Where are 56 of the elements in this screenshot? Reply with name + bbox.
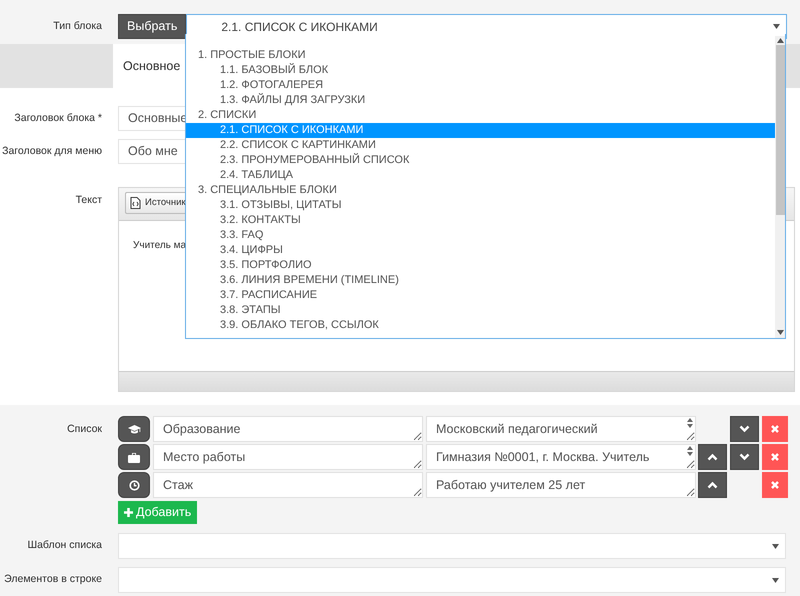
dropdown-option[interactable]: 3.5. ПОРТФОЛИО: [186, 258, 775, 273]
dropdown-arrow-icon: [772, 544, 779, 548]
dropdown-option[interactable]: 3.6. ЛИНИЯ ВРЕМЕНИ (TIMELINE): [186, 273, 775, 288]
dropdown-option[interactable]: 2.3. ПРОНУМЕРОВАННЫЙ СПИСОК: [186, 153, 775, 168]
choose-button[interactable]: Выбрать: [118, 14, 186, 39]
close-icon: [771, 453, 779, 461]
dropdown-arrow-icon: [772, 578, 779, 582]
icon-picker-button[interactable]: [118, 444, 150, 470]
field-label: Заголовок блока *: [13, 110, 103, 126]
move-down-button[interactable]: [730, 416, 759, 442]
title-field[interactable]: Место работы: [153, 444, 423, 470]
move-up-button[interactable]: [698, 444, 727, 470]
select-value: 2.1. СПИСОК С ИКОНКАМИ: [221, 18, 378, 36]
clock-icon: [128, 480, 140, 490]
select-field[interactable]: [118, 567, 786, 593]
dropdown-option[interactable]: 3.2. КОНТАКТЫ: [186, 213, 775, 228]
chevron-down-icon: [739, 425, 750, 433]
scrollbar[interactable]: [775, 36, 785, 338]
icon-picker-button[interactable]: [118, 472, 150, 498]
field-label: Шаблон списка: [26, 538, 103, 554]
close-icon: [771, 481, 779, 489]
dropdown-arrow-icon: [773, 24, 780, 29]
dropdown-option[interactable]: 3.9. ОБЛАКО ТЕГОВ, ССЫЛОК: [186, 318, 775, 333]
field-label: Список: [66, 422, 103, 437]
value-field[interactable]: Московский педагогический: [426, 416, 696, 442]
scroll-down-icon: [776, 330, 784, 335]
scroll-arrows-icon: [687, 446, 693, 456]
dropdown-option[interactable]: 3.8. ЭТАПЫ: [186, 303, 775, 318]
move-up-button[interactable]: [698, 472, 727, 498]
dropdown-option[interactable]: 2. СПИСКИ: [186, 108, 775, 123]
chevron-down-icon: [739, 453, 750, 461]
graduation-cap-icon: [128, 424, 140, 434]
dropdown-option[interactable]: 3.7. РАСПИСАНИЕ: [186, 288, 775, 303]
title-field[interactable]: Образование: [153, 416, 423, 442]
dropdown-option[interactable]: 2.2. СПИСОК С КАРТИНКАМИ: [186, 138, 775, 153]
source-icon: [130, 197, 141, 209]
plus-icon: [124, 508, 133, 517]
close-icon: [771, 425, 779, 433]
field-label: Элементов в строке: [3, 572, 103, 588]
briefcase-icon: [128, 452, 140, 462]
value-field[interactable]: Гимназия №0001, г. Москва. Учитель: [426, 444, 696, 470]
icon-picker-button[interactable]: [118, 416, 150, 442]
chevron-up-icon: [707, 481, 718, 489]
scroll-arrows-icon: [687, 418, 693, 428]
dropdown-option[interactable]: 1.3. ФАЙЛЫ ДЛЯ ЗАГРУЗКИ: [186, 93, 775, 108]
field-label: Заголовок для меню: [1, 144, 103, 159]
chevron-up-icon: [707, 453, 718, 461]
dropdown-option[interactable]: 2.4. ТАБЛИЦА: [186, 168, 775, 183]
move-down-button[interactable]: [730, 444, 759, 470]
dropdown-option[interactable]: 3.3. FAQ: [186, 228, 775, 243]
dropdown-option[interactable]: 3.4. ЦИФРЫ: [186, 243, 775, 258]
select-field[interactable]: [118, 533, 786, 559]
title-field[interactable]: Стаж: [153, 472, 423, 498]
field-label: Текст: [74, 193, 103, 208]
value-field[interactable]: Работаю учителем 25 лет: [426, 472, 696, 498]
field-label: Тип блока: [52, 18, 103, 34]
